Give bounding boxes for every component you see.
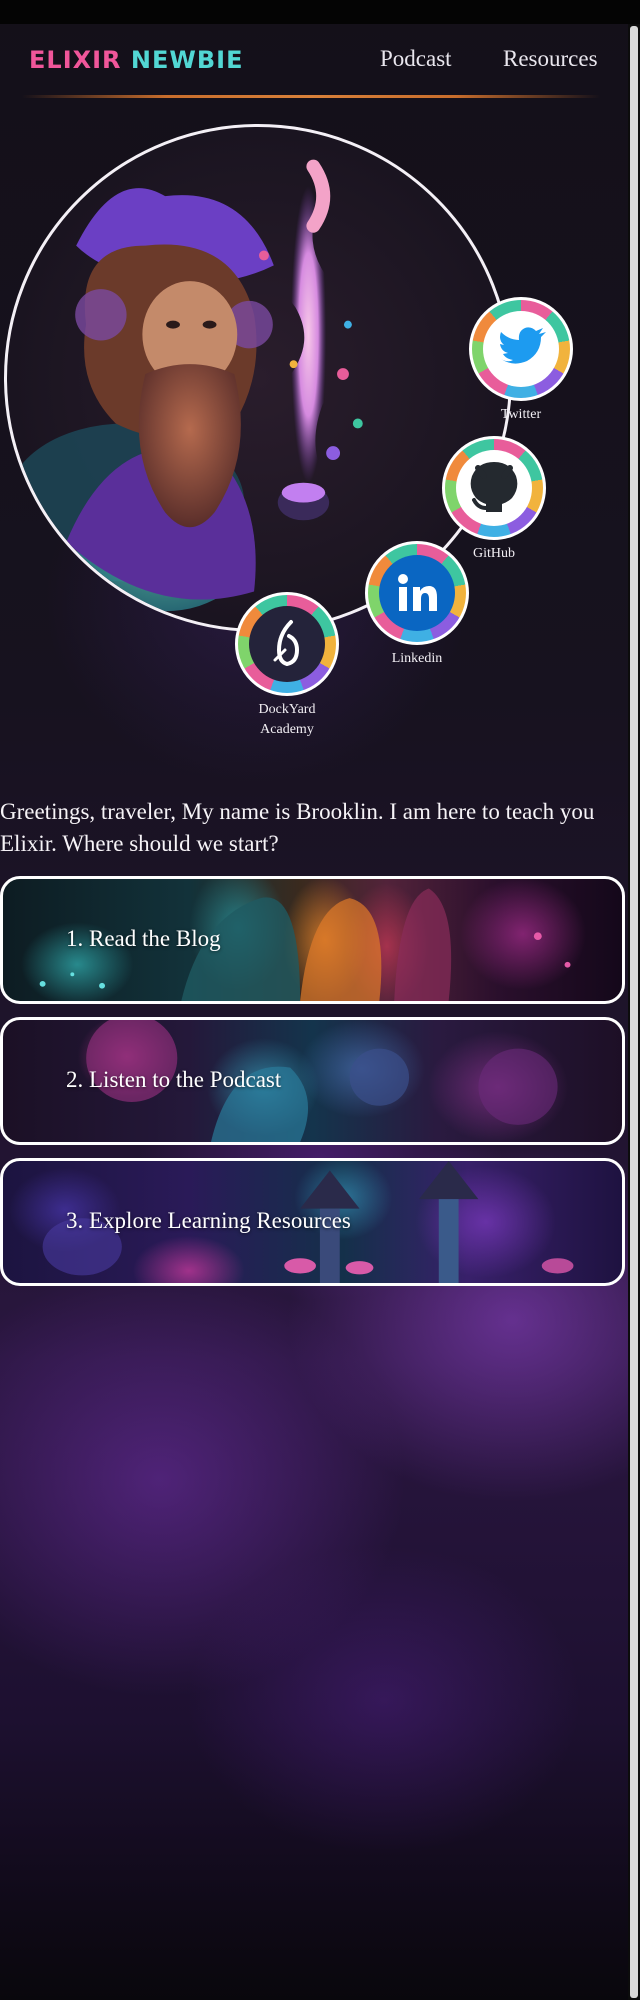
github-octocat-icon [470,462,518,512]
dockyard-label-line1: DockYard [258,702,316,717]
scrollbar-thumb[interactable] [630,26,638,1998]
nav-link-resources[interactable]: Resources [503,46,598,72]
card-read-the-blog[interactable]: 1. Read the Blog [0,876,625,1004]
dockyard-badge [235,592,339,696]
social-label-dockyard-academy: DockYard Academy [232,700,342,740]
card-explore-learning-resources[interactable]: 3. Explore Learning Resources [0,1158,625,1286]
nav-link-podcast[interactable]: Podcast [380,46,452,72]
linkedin-badge [365,541,469,645]
card-label-podcast: 2. Listen to the Podcast [66,1067,282,1092]
dockyard-label-line2: Academy [260,722,314,737]
social-label-twitter: Twitter [500,407,542,422]
header-divider [22,95,600,98]
social-link-twitter[interactable]: Twitter [466,297,576,425]
card-label-resources: 3. Explore Learning Resources [66,1208,351,1233]
logo-word-newbie: NEWBIE [130,46,244,74]
linkedin-logo-icon [398,574,437,611]
github-badge [442,436,546,540]
card-label-blog: 1. Read the Blog [66,926,221,951]
twitter-bird-icon [500,327,546,364]
site-logo[interactable]: ELIXIR NEWBIE [29,46,243,74]
site-header: ELIXIR NEWBIE Podcast Resources [0,24,628,98]
browser-top-bar [0,0,640,24]
social-link-dockyard-academy[interactable]: DockYard Academy [232,592,342,740]
card-listen-to-the-podcast[interactable]: 2. Listen to the Podcast [0,1017,625,1145]
social-link-linkedin[interactable]: Linkedin [362,541,472,669]
twitter-badge [469,297,573,401]
dockyard-academy-icon [273,620,300,667]
social-label-linkedin: Linkedin [391,651,443,666]
logo-word-elixir: ELIXIR [29,46,122,74]
greeting-text: Greetings, traveler, My name is Brooklin… [0,799,595,856]
scrollbar[interactable] [628,24,640,2000]
